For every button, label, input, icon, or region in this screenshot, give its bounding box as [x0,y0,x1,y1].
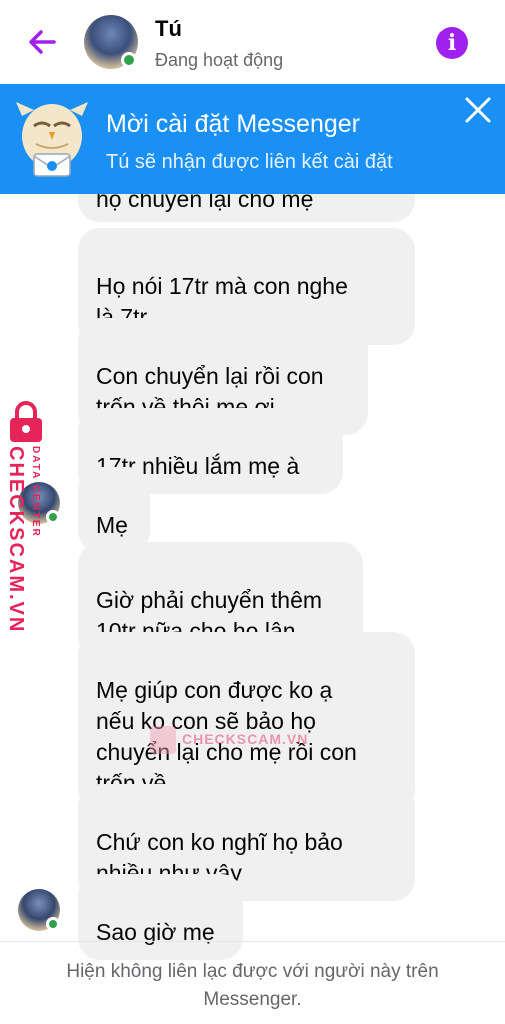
watermark-brand: CHECKSCAM.VN [5,446,27,634]
close-icon[interactable] [462,94,494,126]
message-bubble[interactable]: Mẹ [78,467,150,553]
banner-subtitle: Tú sẽ nhận được liên kết cài đặt [106,151,393,173]
message-text: Mẹ [96,512,128,538]
online-indicator [46,917,60,931]
back-arrow-icon[interactable] [24,24,60,60]
watermark-label: DATA CENTER [30,446,41,538]
message-bubble[interactable]: Sao giờ mẹ [78,874,243,960]
online-indicator [46,510,60,524]
center-watermark: CHECKSCAM.VN [150,726,320,754]
contact-name[interactable]: Tú [155,16,182,42]
chat-header: Tú Đang hoạt động i [0,0,505,84]
lock-watermark-icon [150,726,176,754]
online-indicator [121,52,137,68]
contact-status: Đang hoạt động [155,50,284,70]
unavailable-notice: Hiện không liên lạc được với người này t… [66,961,439,1010]
banner-title: Mời cài đặt Messenger [106,110,360,138]
footer-divider [0,941,505,942]
owl-mascot-icon [16,102,88,177]
info-icon[interactable]: i [436,27,468,59]
lock-watermark-icon [10,401,42,442]
watermark-text: CHECKSCAM.VN [182,731,309,747]
